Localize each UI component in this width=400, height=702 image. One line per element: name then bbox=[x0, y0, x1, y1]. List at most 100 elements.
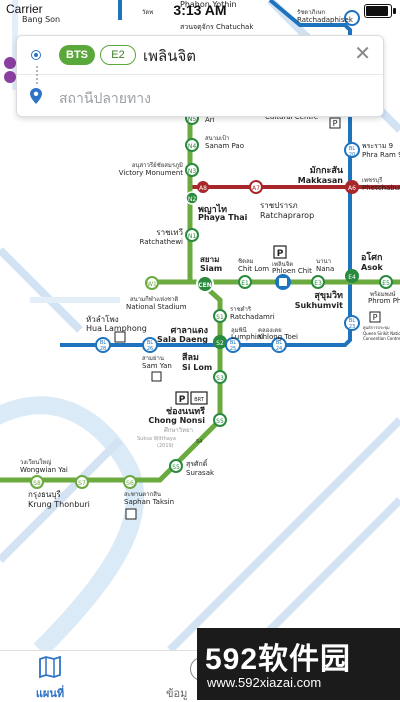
svg-text:Phloen Chit: Phloen Chit bbox=[272, 267, 312, 275]
watermark: 592软件园 www.592xiazai.com bbox=[197, 628, 400, 700]
station-s5b: S5 bbox=[169, 459, 183, 473]
svg-text:N5: N5 bbox=[188, 116, 196, 123]
station-s7: S7 bbox=[75, 475, 89, 489]
station-s3: S3 bbox=[213, 370, 227, 384]
tab-map-label: แผนที่ bbox=[35, 687, 65, 700]
map-icon bbox=[39, 655, 61, 679]
svg-text:Ratchathewi: Ratchathewi bbox=[140, 238, 184, 246]
station-e5: E5 bbox=[379, 275, 393, 289]
station-n1: N1 bbox=[185, 228, 199, 242]
battery-icon bbox=[364, 4, 396, 18]
svg-text:Phaya Thai: Phaya Thai bbox=[198, 213, 248, 222]
svg-text:N1: N1 bbox=[188, 233, 196, 240]
svg-text:สยาม: สยาม bbox=[200, 255, 219, 264]
station-e2-selected bbox=[275, 274, 291, 290]
svg-text:Victory Monument: Victory Monument bbox=[119, 169, 183, 177]
svg-text:National Stadium: National Stadium bbox=[126, 303, 187, 311]
station-a7: A7 bbox=[249, 180, 263, 194]
svg-text:สนามเป้า: สนามเป้า bbox=[205, 135, 229, 142]
station-code-badge: E2 bbox=[100, 45, 136, 65]
svg-text:Sukhumvit: Sukhumvit bbox=[295, 301, 343, 310]
location-pin-icon bbox=[30, 88, 42, 104]
svg-text:สามย่าน: สามย่าน bbox=[142, 355, 164, 362]
route-connector bbox=[36, 66, 38, 84]
svg-text:25: 25 bbox=[230, 346, 236, 352]
svg-text:Sanam Pao: Sanam Pao bbox=[205, 142, 244, 150]
svg-text:Chit Lom: Chit Lom bbox=[238, 265, 269, 273]
tab-map[interactable]: แผนที่ bbox=[22, 651, 78, 701]
station-a8: A8 bbox=[197, 181, 209, 193]
svg-text:Sala Daeng: Sala Daeng bbox=[157, 335, 208, 344]
svg-text:Asok: Asok bbox=[361, 263, 383, 272]
svg-text:28: 28 bbox=[100, 346, 106, 352]
svg-text:E5: E5 bbox=[382, 280, 390, 287]
watermark-brand: 592软件园 bbox=[205, 643, 352, 676]
station-bl20: BL20 bbox=[344, 142, 360, 158]
svg-text:Makkasan: Makkasan bbox=[298, 176, 344, 185]
station-s6: S6 bbox=[123, 475, 137, 489]
svg-text:Ratchadamri: Ratchadamri bbox=[230, 313, 275, 321]
status-bar: Carrier 3:13 AM bbox=[0, 0, 400, 20]
svg-text:S8: S8 bbox=[33, 480, 41, 487]
svg-text:ราชปรารภ: ราชปรารภ bbox=[260, 201, 298, 210]
station-s8: S8 bbox=[30, 475, 44, 489]
svg-text:W1: W1 bbox=[147, 281, 157, 288]
svg-text:S5: S5 bbox=[216, 418, 224, 425]
svg-text:P: P bbox=[277, 249, 284, 259]
svg-text:อนุสาวรีย์ชัยสมรภูมิ: อนุสาวรีย์ชัยสมรภูมิ bbox=[132, 161, 183, 169]
svg-text:Khlong Toei: Khlong Toei bbox=[258, 333, 298, 341]
station-bl26: BL26 bbox=[142, 337, 158, 353]
svg-text:Ari: Ari bbox=[205, 116, 215, 124]
svg-text:S2: S2 bbox=[216, 340, 224, 347]
svg-text:สีลม: สีลม bbox=[181, 352, 199, 363]
svg-text:สนามกีฬาแห่งชาติ: สนามกีฬาแห่งชาติ bbox=[130, 295, 178, 303]
svg-text:Surasak: Surasak bbox=[186, 469, 215, 477]
svg-text:ชิดลม: ชิดลม bbox=[238, 258, 254, 265]
svg-text:ราชเทวี: ราชเทวี bbox=[156, 228, 183, 237]
station-e3: E3 bbox=[311, 275, 325, 289]
svg-text:สวนจตุจักร Chatuchak: สวนจตุจักร Chatuchak bbox=[180, 23, 254, 31]
svg-text:Phra Ram 9: Phra Ram 9 bbox=[362, 151, 400, 159]
station-s5: S5 bbox=[213, 413, 227, 427]
svg-text:เพชรบุรี: เพชรบุรี bbox=[362, 176, 383, 184]
svg-text:Siam: Siam bbox=[200, 264, 222, 273]
svg-text:Ratchaprarop: Ratchaprarop bbox=[260, 211, 314, 220]
svg-text:A7: A7 bbox=[252, 185, 260, 192]
origin-row[interactable]: BTS E2 เพลินจิต ✕ bbox=[17, 36, 383, 75]
svg-text:สะพานตากสิน: สะพานตากสิน bbox=[124, 491, 161, 498]
svg-text:อโศก: อโศก bbox=[361, 251, 382, 263]
svg-text:ศึกษาวิทยา: ศึกษาวิทยา bbox=[164, 427, 193, 434]
station-w1: W1 bbox=[145, 276, 159, 290]
destination-input[interactable]: สถานีปลายทาง bbox=[59, 88, 151, 110]
station-e1: E1 bbox=[238, 275, 252, 289]
svg-text:Wongwian Yai: Wongwian Yai bbox=[20, 466, 68, 474]
clock: 3:13 AM bbox=[173, 2, 227, 18]
station-bl23: BL23 bbox=[344, 315, 360, 331]
svg-text:24: 24 bbox=[276, 346, 282, 352]
svg-text:มักกะสัน: มักกะสัน bbox=[310, 165, 344, 176]
station-n4: N4 bbox=[185, 138, 199, 152]
station-n3: N3 bbox=[185, 163, 199, 177]
line-badge: BTS bbox=[59, 45, 95, 65]
station-e4: E4 bbox=[345, 269, 359, 283]
svg-text:S3: S3 bbox=[216, 375, 224, 382]
svg-text:Phetchaburi: Phetchaburi bbox=[362, 184, 400, 192]
close-icon[interactable]: ✕ bbox=[354, 42, 371, 64]
svg-text:S1: S1 bbox=[216, 314, 224, 321]
svg-text:Chong Nonsi: Chong Nonsi bbox=[148, 416, 205, 425]
svg-text:P: P bbox=[179, 395, 186, 405]
tab-info-label: ข้อมู bbox=[166, 687, 188, 700]
svg-text:26: 26 bbox=[147, 346, 153, 352]
svg-text:E1: E1 bbox=[241, 280, 249, 287]
svg-text:กรุงธนบุรี: กรุงธนบุรี bbox=[28, 490, 61, 499]
svg-text:Suksa Witthaya: Suksa Witthaya bbox=[137, 436, 176, 442]
svg-text:N2: N2 bbox=[188, 196, 196, 203]
station-bl27: BL28 bbox=[95, 337, 111, 353]
station-cen: CEN bbox=[196, 275, 214, 293]
station-a6: A6 bbox=[345, 180, 359, 194]
svg-text:BRT: BRT bbox=[194, 397, 205, 403]
origin-station-name[interactable]: เพลินจิต bbox=[143, 44, 196, 68]
svg-text:นานา: นานา bbox=[316, 258, 331, 265]
svg-text:20: 20 bbox=[349, 152, 355, 158]
svg-text:N4: N4 bbox=[188, 143, 196, 150]
